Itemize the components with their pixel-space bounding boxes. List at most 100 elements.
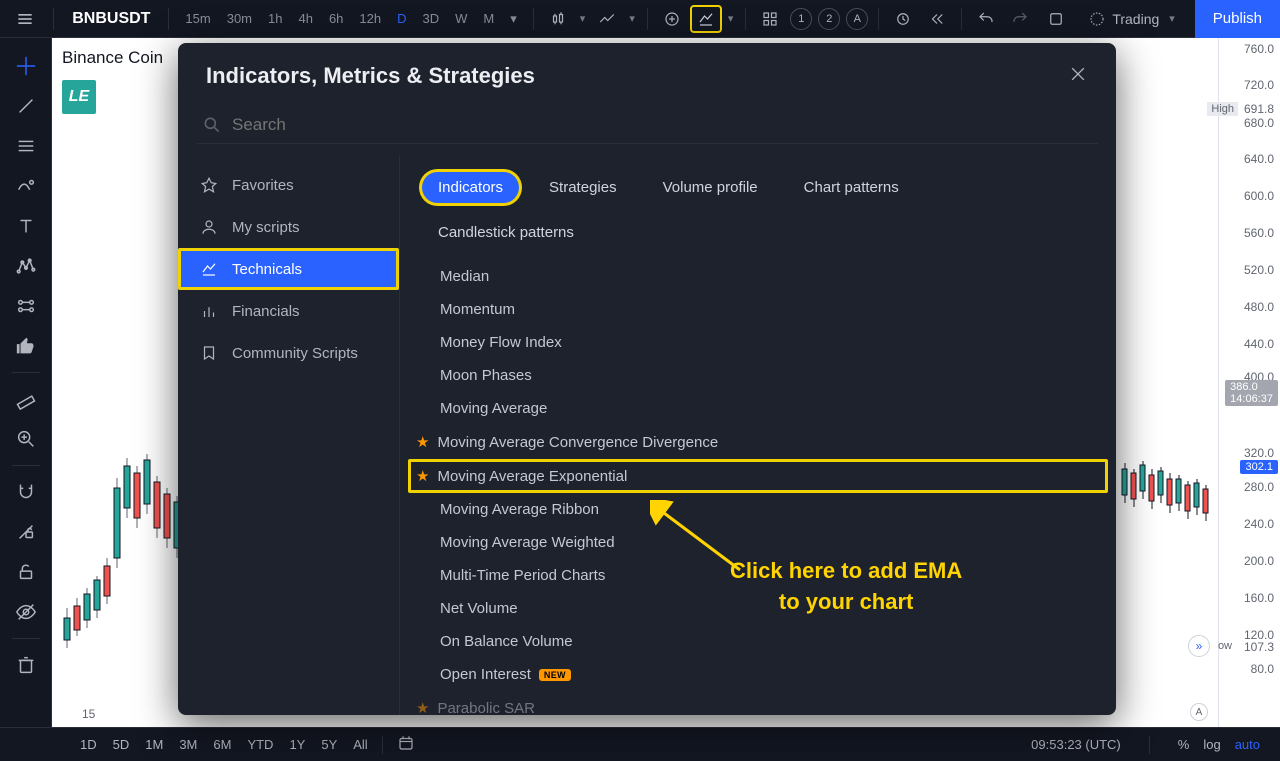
tf-4h[interactable]: 4h — [292, 9, 318, 29]
list-item-median[interactable]: Median — [400, 260, 1116, 293]
sidebar-item-technicals[interactable]: Technicals — [178, 248, 399, 290]
undo-icon[interactable] — [970, 5, 1002, 33]
text-tool-icon[interactable] — [8, 208, 44, 244]
tf-1h[interactable]: 1h — [262, 9, 288, 29]
range-1d[interactable]: 1D — [80, 737, 97, 752]
indicators-icon[interactable] — [690, 5, 722, 33]
modal-search[interactable] — [196, 107, 1098, 144]
list-item-ema[interactable]: ★Moving Average Exponential — [408, 459, 1108, 493]
chart-type-line-icon[interactable] — [591, 5, 623, 33]
axis-tick: 160.0 — [1244, 591, 1274, 605]
list-item-mtp[interactable]: Multi-Time Period Charts — [400, 559, 1116, 592]
crosshair-tool-icon[interactable] — [8, 48, 44, 84]
range-5y[interactable]: 5Y — [321, 737, 337, 752]
compare-add-icon[interactable] — [656, 5, 688, 33]
tf-12h[interactable]: 12h — [353, 9, 387, 29]
percent-toggle[interactable]: % — [1178, 737, 1190, 752]
high-label: High — [1207, 102, 1238, 116]
log-toggle[interactable]: log — [1203, 737, 1220, 752]
chevron-down-icon[interactable]: ▾ — [576, 12, 590, 25]
fib-tool-icon[interactable] — [8, 128, 44, 164]
range-1m[interactable]: 1M — [145, 737, 163, 752]
axis-tick: 640.0 — [1244, 152, 1274, 166]
list-item-moon[interactable]: Moon Phases — [400, 359, 1116, 392]
corner-autoscale-icon[interactable]: A — [1190, 703, 1208, 721]
list-item-obv[interactable]: On Balance Volume — [400, 625, 1116, 658]
chart-type-candles-icon[interactable] — [542, 5, 574, 33]
list-item-nv[interactable]: Net Volume — [400, 592, 1116, 625]
layout-grid-icon[interactable] — [754, 5, 786, 33]
axis-low-value: 107.3 — [1244, 640, 1274, 654]
sidebar-item-financials[interactable]: Financials — [178, 290, 399, 332]
ruler-tool-icon[interactable] — [8, 381, 44, 417]
close-icon[interactable] — [1068, 64, 1088, 89]
layout-save-icon[interactable] — [1040, 5, 1072, 33]
tf-m[interactable]: M — [477, 9, 500, 29]
range-1y[interactable]: 1Y — [289, 737, 305, 752]
thumbs-up-icon[interactable] — [8, 328, 44, 364]
zoom-tool-icon[interactable] — [8, 421, 44, 457]
projection-tool-icon[interactable] — [8, 288, 44, 324]
remove-drawings-icon[interactable] — [8, 647, 44, 683]
goto-date-icon[interactable] — [397, 734, 415, 755]
collapse-panel-icon[interactable]: » — [1188, 635, 1210, 657]
unlock-icon[interactable] — [8, 554, 44, 590]
search-input[interactable] — [232, 115, 1092, 135]
axis-tick: 200.0 — [1244, 554, 1274, 568]
visibility-tool-icon[interactable] — [8, 594, 44, 630]
list-item-maw[interactable]: Moving Average Weighted — [400, 526, 1116, 559]
sidebar-item-community[interactable]: Community Scripts — [178, 332, 399, 374]
tf-3d[interactable]: 3D — [417, 9, 446, 29]
tab-volume-profile[interactable]: Volume profile — [647, 172, 774, 203]
tf-15m[interactable]: 15m — [179, 9, 216, 29]
list-item-ribbon[interactable]: Moving Average Ribbon — [400, 493, 1116, 526]
tab-strategies[interactable]: Strategies — [533, 172, 633, 203]
chevron-down-icon[interactable]: ▾ — [625, 12, 639, 25]
last-price-badge: 302.1 — [1240, 460, 1278, 474]
tf-more-icon[interactable]: ▾ — [504, 9, 523, 29]
tf-30m[interactable]: 30m — [221, 9, 258, 29]
lock-drawings-icon[interactable] — [8, 514, 44, 550]
tf-6h[interactable]: 6h — [323, 9, 349, 29]
range-ytd[interactable]: YTD — [247, 737, 273, 752]
axis-tick: 240.0 — [1244, 517, 1274, 531]
sidebar-item-myscripts[interactable]: My scripts — [178, 206, 399, 248]
publish-button[interactable]: Publish — [1195, 0, 1280, 38]
tab-chart-patterns[interactable]: Chart patterns — [788, 172, 915, 203]
list-item-ma[interactable]: Moving Average — [400, 392, 1116, 425]
range-all[interactable]: All — [353, 737, 367, 752]
trendline-tool-icon[interactable] — [8, 88, 44, 124]
tf-w[interactable]: W — [449, 9, 473, 29]
modal-tabs: Indicators Strategies Volume profile Cha… — [400, 156, 1116, 260]
list-item-psar[interactable]: ★Parabolic SAR — [400, 691, 1116, 715]
range-5d[interactable]: 5D — [113, 737, 130, 752]
range-6m[interactable]: 6M — [213, 737, 231, 752]
sidebar-item-favorites[interactable]: Favorites — [178, 164, 399, 206]
pattern-tool-icon[interactable] — [8, 248, 44, 284]
list-item-momentum[interactable]: Momentum — [400, 293, 1116, 326]
tab-candlestick-patterns[interactable]: Candlestick patterns — [422, 217, 590, 248]
brush-tool-icon[interactable] — [8, 168, 44, 204]
trading-panel-toggle[interactable]: Trading ▾ — [1080, 10, 1186, 28]
price-axis[interactable]: 760.0 720.0 High 691.8 680.0 640.0 600.0… — [1218, 38, 1280, 727]
list-item-oi[interactable]: Open InterestNEW — [400, 658, 1116, 691]
replay-icon[interactable] — [921, 5, 953, 33]
tf-d[interactable]: D — [391, 9, 412, 29]
layout-a[interactable]: A — [846, 8, 868, 30]
clock-label[interactable]: 09:53:23 (UTC) — [1031, 737, 1121, 752]
indicator-list: Median Momentum Money Flow Index Moon Ph… — [400, 260, 1116, 715]
watermark-logo: LE — [62, 80, 96, 114]
hamburger-menu[interactable] — [0, 9, 49, 29]
magnet-tool-icon[interactable] — [8, 474, 44, 510]
auto-toggle[interactable]: auto — [1235, 737, 1260, 752]
redo-icon[interactable] — [1004, 5, 1036, 33]
alert-icon[interactable] — [887, 5, 919, 33]
layout-2[interactable]: 2 — [818, 8, 840, 30]
symbol-label[interactable]: BNBUSDT — [58, 10, 164, 28]
range-3m[interactable]: 3M — [179, 737, 197, 752]
tab-indicators[interactable]: Indicators — [422, 172, 519, 203]
chevron-down-icon[interactable]: ▾ — [724, 12, 738, 25]
list-item-mfi[interactable]: Money Flow Index — [400, 326, 1116, 359]
layout-1[interactable]: 1 — [790, 8, 812, 30]
list-item-macd[interactable]: ★Moving Average Convergence Divergence — [400, 425, 1116, 459]
